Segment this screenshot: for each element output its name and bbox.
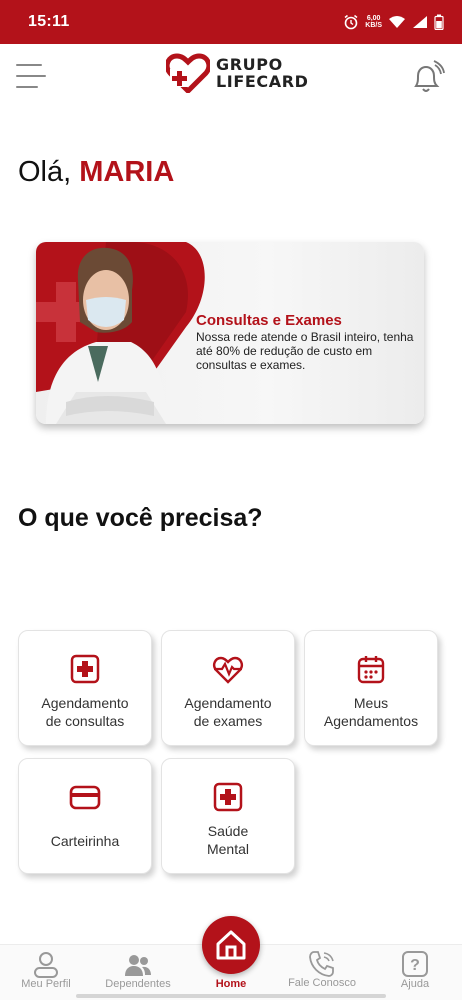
hamburger-icon [16,64,42,66]
logo-line1: GRUPO [216,55,283,74]
card-label-line2: Mental [206,841,250,857]
greeting-prefix: Olá, [18,156,72,188]
section-title: O que você precisa? [18,504,263,532]
heart-pulse-icon [213,656,243,684]
net-speed-value: 6,00 [366,15,381,22]
card-saude-mental[interactable]: Saúde Mental [161,758,295,874]
card-label: Carteirinha [23,832,147,850]
users-icon [125,955,151,976]
banner-title: Consultas e Exames [196,312,342,329]
nav-home-label: Home [215,978,247,990]
help-icon: ? [402,951,428,977]
status-bar: 15:11 6,00 KB/S [0,0,462,44]
nav-label: Ajuda [400,978,430,990]
menu-button[interactable] [16,62,48,90]
card-label-line1: Carteirinha [50,833,120,849]
greeting: Olá, MARIA [18,156,174,189]
medical-cross-icon [70,654,100,684]
status-time: 15:11 [28,13,70,30]
nav-label: Meu Perfil [21,978,71,990]
card-label: Agendamento de exames [166,694,290,730]
home-icon [216,930,246,960]
nav-home-button[interactable] [202,916,260,974]
notifications-button[interactable] [406,58,446,98]
app-header: GRUPO LIFECARD [0,44,462,108]
alarm-icon [344,14,358,30]
net-speed: 6,00 KB/S [365,15,382,29]
card-label-line2: de consultas [45,713,125,729]
nav-fale-conosco[interactable]: Fale Conosco [282,945,362,1000]
card-label-line1: Agendamento [184,695,272,711]
brand-logo: GRUPO LIFECARD [166,53,309,93]
card-icon [69,785,101,810]
gesture-bar [76,994,386,998]
card-label-line1: Saúde [207,823,249,839]
wifi-icon [389,16,405,28]
nav-dependentes[interactable]: Dependentes [98,945,178,1000]
doctor-photo [46,247,166,424]
card-agendamento-consultas[interactable]: Agendamento de consultas [18,630,152,746]
heart-cross-logo-icon [166,53,210,93]
card-label-line1: Meus [353,695,389,711]
battery-icon [434,14,444,30]
card-label-line2: Agendamentos [323,713,419,729]
nav-label: Fale Conosco [288,977,356,989]
card-meus-agendamentos[interactable]: Meus Agendamentos [304,630,438,746]
status-icons: 6,00 KB/S [343,14,444,30]
card-label-line2: de exames [193,713,263,729]
nav-meu-perfil[interactable]: Meu Perfil [6,945,86,1000]
user-name: MARIA [79,156,175,188]
promo-banner[interactable]: Consultas e Exames Nossa rede atende o B… [36,242,424,424]
hamburger-line [16,75,46,77]
logo-line2: LIFECARD [216,72,309,91]
net-speed-unit: KB/S [365,22,382,29]
card-label: Saúde Mental [166,822,290,858]
user-icon [34,952,58,978]
svg-text:?: ? [410,957,420,974]
nav-label: Dependentes [105,978,171,990]
bell-icon [414,60,445,92]
calendar-icon [357,656,385,684]
medical-cross-icon [213,782,243,812]
card-carteirinha[interactable]: Carteirinha [18,758,152,874]
nav-ajuda[interactable]: ? Ajuda [375,945,455,1000]
banner-text: Nossa rede atende o Brasil inteiro, tenh… [196,330,414,372]
card-label: Agendamento de consultas [23,694,147,730]
logo-text: GRUPO LIFECARD [216,56,309,90]
signal-icon [413,16,427,28]
phone-icon [309,951,334,977]
hamburger-line [16,86,38,88]
card-label: Meus Agendamentos [309,694,433,730]
card-label-line1: Agendamento [41,695,129,711]
card-agendamento-exames[interactable]: Agendamento de exames [161,630,295,746]
